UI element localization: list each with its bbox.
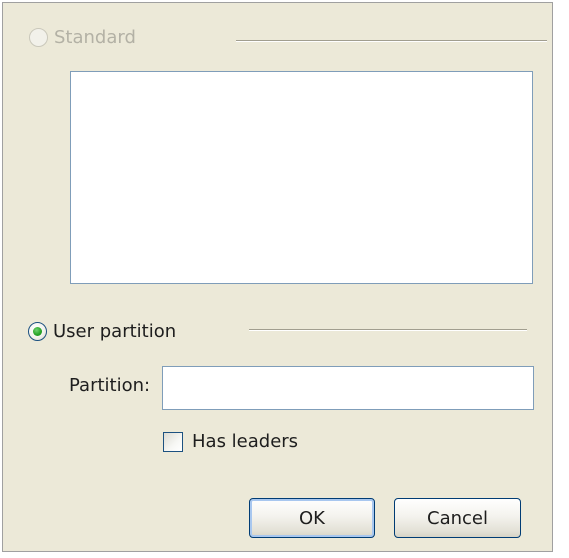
user-partition-option[interactable]: User partition — [28, 321, 176, 342]
partition-dialog: Standard User partition Partition: Has l… — [2, 2, 553, 552]
has-leaders-checkbox[interactable] — [163, 431, 183, 452]
has-leaders-label[interactable]: Has leaders — [192, 431, 298, 452]
standard-option: Standard — [29, 27, 136, 48]
cancel-button[interactable]: Cancel — [394, 498, 521, 538]
standard-listbox[interactable] — [70, 71, 533, 284]
radio-selected-dot — [33, 327, 42, 336]
user-partition-radio-label[interactable]: User partition — [53, 321, 176, 342]
partition-input[interactable] — [162, 366, 534, 410]
standard-radio — [29, 28, 48, 47]
standard-radio-label: Standard — [54, 27, 136, 48]
user-partition-radio[interactable] — [28, 322, 47, 341]
has-leaders-option[interactable]: Has leaders — [163, 431, 298, 452]
ok-button[interactable]: OK — [249, 498, 375, 538]
partition-label: Partition: — [69, 375, 151, 396]
user-partition-separator — [249, 329, 527, 331]
standard-separator — [236, 40, 547, 42]
